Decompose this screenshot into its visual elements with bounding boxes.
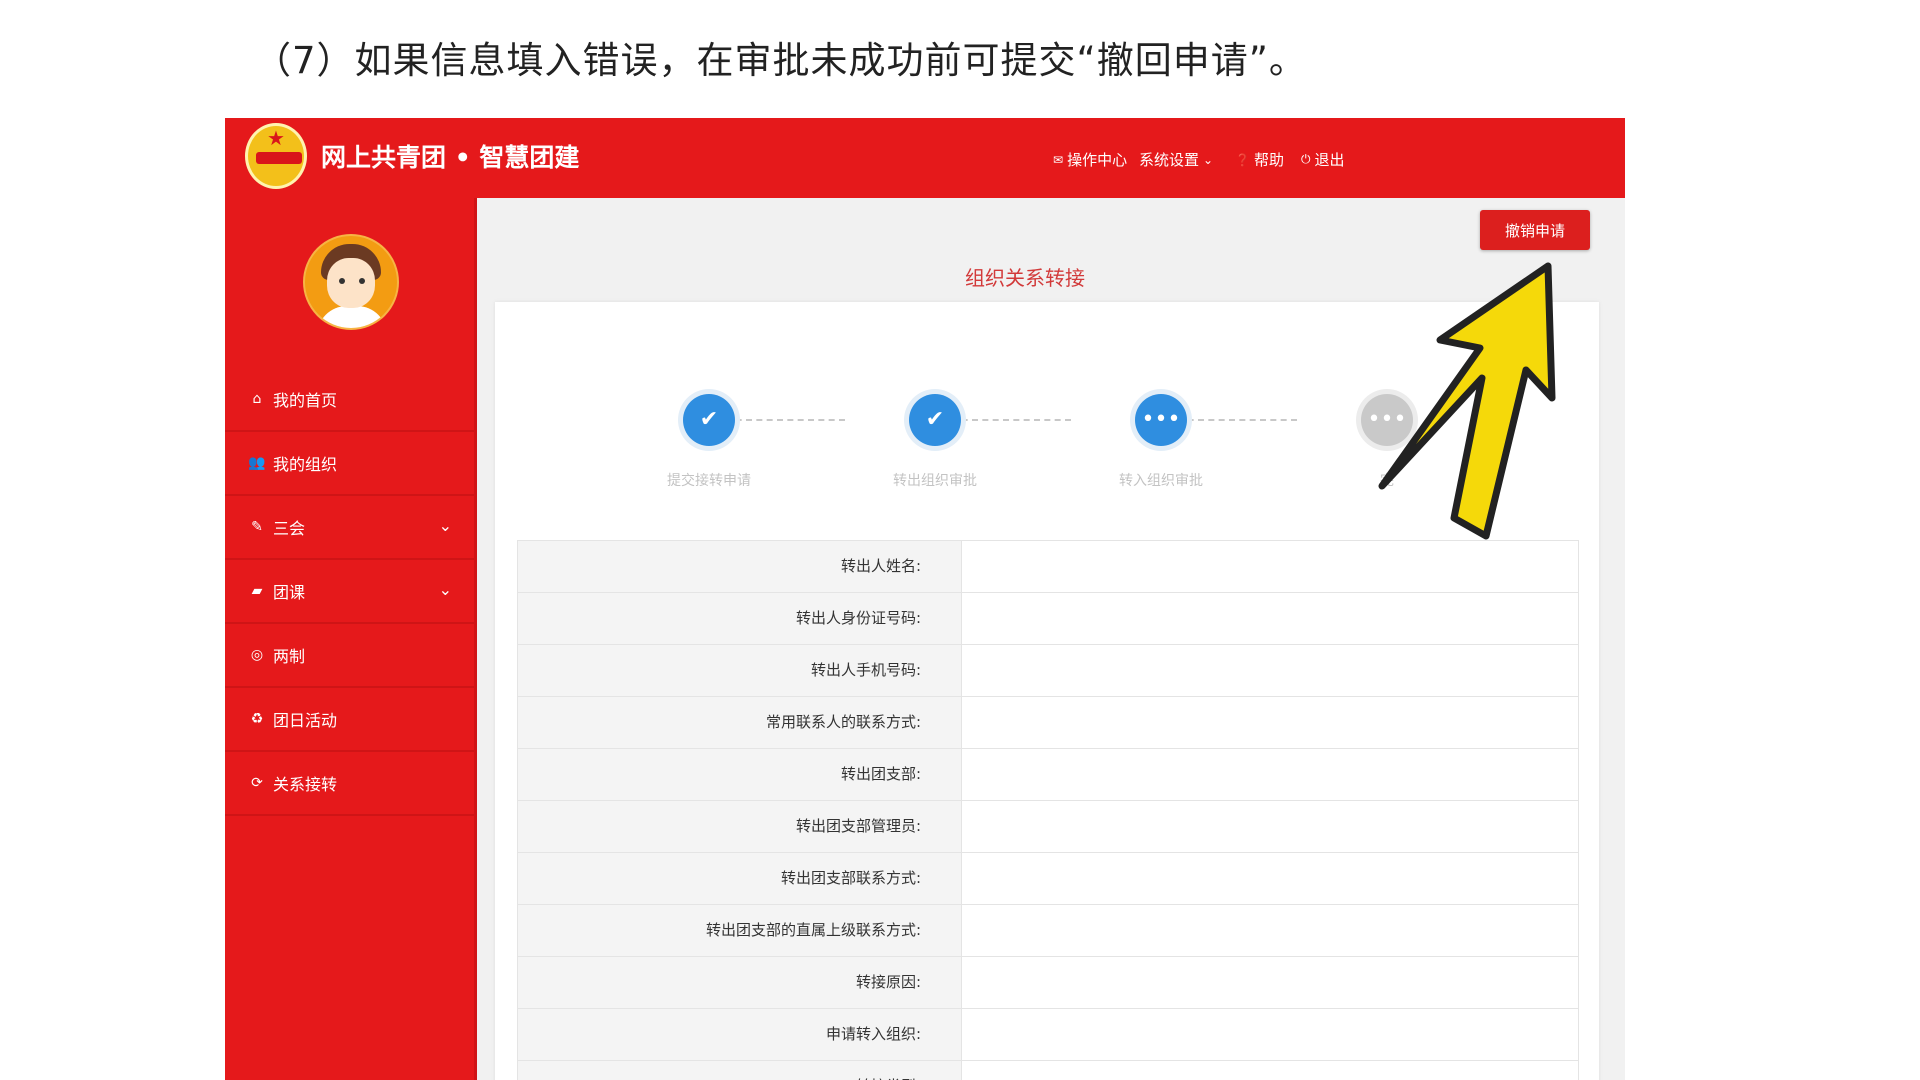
top-bar: ★ 网上共青团 • 智慧团建 ✉ 操作中心 系统设置 ⌄ ❓ 帮助 ⏻ 退出 [225, 118, 1625, 198]
step-label: 提交接转申请 [667, 473, 751, 489]
sidebar-item-my-organization[interactable]: 👥 我的组织 [225, 432, 474, 496]
field-label: 转出人姓名: [518, 541, 962, 592]
field-value [962, 801, 1578, 852]
chevron-down-icon: ⌄ [438, 516, 452, 535]
field-label: 转接原因: [518, 957, 962, 1008]
target-icon: ◎ [250, 647, 264, 663]
recycle-icon: ♻ [250, 711, 264, 727]
field-value [962, 593, 1578, 644]
chevron-down-icon: ⌄ [1203, 152, 1214, 167]
sidebar-item-label: 我的首页 [273, 391, 338, 410]
field-label: 申请转入组织: [518, 1009, 962, 1060]
nav-operation-center[interactable]: ✉ 操作中心 [1053, 149, 1127, 170]
nav-help[interactable]: ❓ 帮助 [1235, 149, 1284, 170]
field-label: 转出团支部联系方式: [518, 853, 962, 904]
refresh-icon: ⟳ [251, 775, 263, 791]
field-label: 转出团支部的直属上级联系方式: [518, 905, 962, 956]
field-value [962, 957, 1578, 1008]
sidebar-item-league-class[interactable]: ▰ 团课 ⌄ [225, 560, 474, 624]
field-label: 常用联系人的联系方式: [518, 697, 962, 748]
sidebar-item-two-systems[interactable]: ◎ 两制 [225, 624, 474, 688]
help-icon: ❓ [1235, 152, 1250, 167]
sidebar-item-league-day[interactable]: ♻ 团日活动 [225, 688, 474, 752]
sidebar-item-label: 关系接转 [273, 775, 338, 794]
step-1-check-icon: ✔ [683, 394, 735, 446]
field-value [962, 853, 1578, 904]
sidebar-item-three-meetings[interactable]: ✎ 三会 ⌄ [225, 496, 474, 560]
table-row: 转出团支部: [518, 749, 1578, 801]
chevron-down-icon: ⌄ [438, 580, 452, 599]
page-title: 组织关系转接 [965, 266, 1085, 290]
step-2-check-icon: ✔ [909, 394, 961, 446]
folder-icon: ▰ [251, 583, 263, 599]
field-value [962, 1061, 1578, 1080]
sidebar-item-label: 三会 [273, 519, 306, 538]
envelope-icon: ✉ [1053, 152, 1064, 167]
step-3-pending-icon: ••• [1135, 394, 1187, 446]
field-value [962, 905, 1578, 956]
users-icon: 👥 [248, 455, 266, 471]
sidebar-item-label: 团日活动 [273, 711, 338, 730]
sidebar-item-label: 我的组织 [273, 455, 338, 474]
field-value [962, 645, 1578, 696]
table-row: 转出人手机号码: [518, 645, 1578, 697]
table-row: 转出团支部联系方式: [518, 853, 1578, 905]
field-label: 转出人身份证号码: [518, 593, 962, 644]
league-emblem-logo[interactable]: ★ [245, 123, 307, 189]
field-label: 转出团支部管理员: [518, 801, 962, 852]
table-row: 转出团支部的直属上级联系方式: [518, 905, 1578, 957]
revoke-application-button[interactable]: 撤销申请 [1480, 210, 1590, 250]
table-row: 转出团支部管理员: [518, 801, 1578, 853]
step-label: 转出组织审批 [893, 473, 977, 489]
field-value [962, 697, 1578, 748]
nav-system-settings[interactable]: 系统设置 ⌄ [1139, 149, 1213, 170]
nav-label: 帮助 [1253, 151, 1284, 169]
nav-logout[interactable]: ⏻ 退出 [1301, 149, 1345, 170]
field-value [962, 749, 1578, 800]
brand-title: 网上共青团 • 智慧团建 [321, 143, 580, 172]
field-label: 转出人手机号码: [518, 645, 962, 696]
edit-icon: ✎ [251, 519, 263, 535]
transfer-info-table: 转出人姓名: 转出人身份证号码: 转出人手机号码: 常用联系人的联系方式: 转出… [517, 540, 1579, 1080]
table-row: 转接原因: [518, 957, 1578, 1009]
field-value [962, 1009, 1578, 1060]
nav-label: 退出 [1314, 151, 1345, 169]
table-row: 常用联系人的联系方式: [518, 697, 1578, 749]
sidebar: ⌂ 我的首页 👥 我的组织 ✎ 三会 ⌄ ▰ 团课 ⌄ ◎ 两制 ♻ 团日活动 … [225, 198, 477, 1080]
user-avatar[interactable] [303, 234, 399, 330]
table-row: 转出人身份证号码: [518, 593, 1578, 645]
nav-label: 系统设置 [1139, 151, 1200, 169]
sidebar-item-home[interactable]: ⌂ 我的首页 [225, 368, 474, 432]
sidebar-item-relation-transfer[interactable]: ⟳ 关系接转 [225, 752, 474, 816]
field-label: 转出团支部: [518, 749, 962, 800]
power-icon: ⏻ [1301, 152, 1311, 166]
instruction-caption: （7）如果信息填入错误，在审批未成功前可提交“撤回申请”。 [254, 39, 1307, 82]
table-row: 申请转入组织: [518, 1009, 1578, 1061]
home-icon: ⌂ [252, 391, 262, 407]
sidebar-item-label: 两制 [273, 647, 306, 666]
step-label: 转入组织审批 [1119, 473, 1203, 489]
table-row: 转接类型: [518, 1061, 1578, 1080]
sidebar-menu: ⌂ 我的首页 👥 我的组织 ✎ 三会 ⌄ ▰ 团课 ⌄ ◎ 两制 ♻ 团日活动 … [225, 368, 474, 816]
pointer-arrow-icon [1378, 262, 1556, 540]
sidebar-item-label: 团课 [273, 583, 306, 602]
field-label: 转接类型: [518, 1061, 962, 1080]
nav-label: 操作中心 [1067, 151, 1128, 169]
